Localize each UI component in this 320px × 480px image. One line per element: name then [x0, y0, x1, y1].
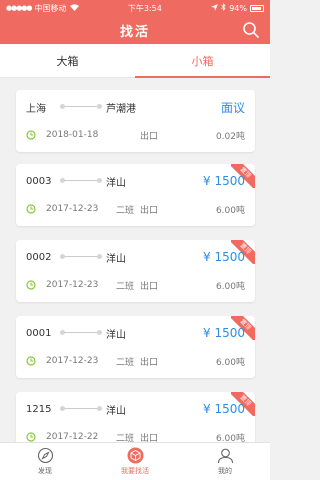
tab-label: 小箱 [191, 54, 214, 68]
date-label: 2017-12-22 [46, 432, 99, 442]
route-line [60, 404, 102, 414]
clock-icon [26, 204, 36, 214]
clock-icon [26, 356, 36, 366]
destination-label: 洋山 [106, 177, 126, 189]
page-title: 找活 [119, 24, 150, 40]
weight-label: 0.02吨 [215, 131, 245, 142]
destination-label: 洋山 [106, 405, 126, 417]
route-line [60, 252, 102, 262]
direction-label: 出口 [140, 205, 159, 216]
destination-label: 洋山 [106, 253, 126, 265]
battery-percent: 94% [229, 3, 247, 13]
wifi-icon [69, 3, 79, 13]
tab-label: 我要找活 [121, 467, 149, 475]
origin-label: 上海 [26, 103, 46, 115]
price-label: ¥ 1500 [203, 402, 245, 416]
date-label: 2017-12-23 [46, 204, 99, 214]
tab-large-container[interactable]: 大箱 [0, 44, 135, 77]
compass-icon [37, 447, 54, 464]
clock-icon [26, 280, 36, 290]
weight-label: 6.00吨 [215, 205, 245, 216]
search-icon[interactable] [242, 21, 260, 39]
bottom-tab-bar: 发现 我要找活 我的 [0, 442, 270, 480]
weight-label: 6.00吨 [215, 281, 245, 292]
destination-label: 芦潮港 [106, 103, 136, 115]
container-size-tabs: 大箱 小箱 [0, 44, 270, 78]
price-label: ¥ 1500 [203, 174, 245, 188]
carrier-label: 中国移动 [34, 3, 67, 13]
shift-label: 二班 [116, 433, 135, 443]
status-time: 下午3:54 [127, 3, 162, 13]
clock-icon [26, 130, 36, 140]
nav-bar: 找活 [0, 16, 270, 44]
status-bar: ●●●●● 中国移动 下午3:54 94% [0, 0, 270, 16]
battery-icon [249, 4, 264, 12]
user-icon [217, 447, 234, 464]
direction-label: 出口 [140, 357, 159, 368]
price-label: ¥ 1500 [203, 326, 245, 340]
bluetooth-icon [221, 3, 226, 13]
route-line [60, 102, 102, 112]
weight-label: 6.00吨 [215, 357, 245, 368]
tab-discover[interactable]: 发现 [0, 443, 90, 480]
shift-label: 二班 [116, 281, 135, 292]
destination-label: 洋山 [106, 329, 126, 341]
tab-label: 我的 [218, 467, 232, 475]
origin-label: 1215 [26, 403, 52, 415]
tab-find-jobs[interactable]: 我要找活 [90, 443, 180, 480]
origin-label: 0003 [26, 175, 52, 187]
signal-icon: ●●●●● [6, 4, 33, 12]
date-label: 2017-12-23 [46, 356, 99, 366]
location-icon [211, 3, 219, 13]
box-icon [127, 447, 144, 464]
price-label: 面议 [220, 100, 245, 115]
weight-label: 6.00吨 [215, 433, 245, 443]
origin-label: 0002 [26, 251, 52, 263]
date-label: 2018-01-18 [46, 130, 99, 140]
tab-small-container[interactable]: 小箱 [135, 44, 270, 78]
job-card[interactable]: 上海 芦潮港 面议 2018-01-18 出口 0.02吨 [16, 90, 255, 152]
job-card[interactable]: 置顶 0001 洋山 ¥ 1500 2017-12-23 二班 出口 6.00吨 [16, 316, 255, 378]
price-label: ¥ 1500 [203, 250, 245, 264]
job-card[interactable]: 置顶 0002 洋山 ¥ 1500 2017-12-23 二班 出口 6.00吨 [16, 240, 255, 302]
job-card[interactable]: 置顶 0003 洋山 ¥ 1500 2017-12-23 二班 出口 6.00吨 [16, 164, 255, 226]
tab-mine[interactable]: 我的 [180, 443, 270, 480]
job-card[interactable]: 置顶 1215 洋山 ¥ 1500 2017-12-22 二班 出口 6.00吨 [16, 392, 255, 442]
direction-label: 出口 [140, 131, 159, 142]
shift-label: 二班 [116, 357, 135, 368]
tab-label: 大箱 [56, 54, 79, 68]
job-list[interactable]: 上海 芦潮港 面议 2018-01-18 出口 0.02吨 置顶 0003 洋山… [0, 78, 270, 442]
shift-label: 二班 [116, 205, 135, 216]
direction-label: 出口 [140, 433, 159, 443]
route-line [60, 176, 102, 186]
direction-label: 出口 [140, 281, 159, 292]
route-line [60, 328, 102, 338]
date-label: 2017-12-23 [46, 280, 99, 290]
tab-label: 发现 [38, 467, 52, 475]
origin-label: 0001 [26, 327, 52, 339]
clock-icon [26, 432, 36, 442]
